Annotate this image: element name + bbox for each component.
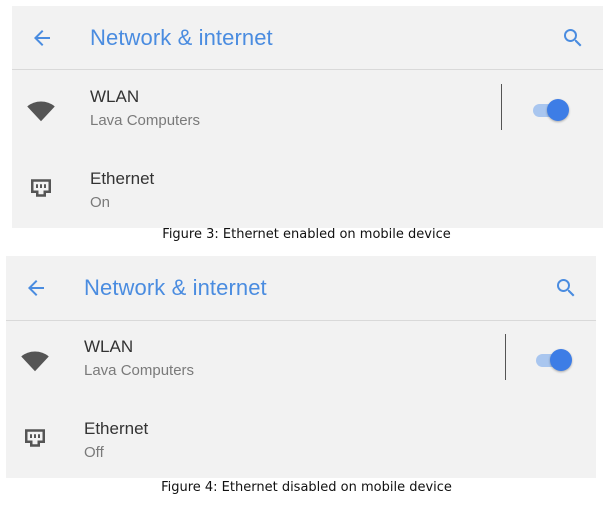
- app-bar: Network & internet: [12, 6, 603, 70]
- wlan-network-name: Lava Computers: [84, 362, 195, 379]
- settings-screen-ethernet-on: Network & internet WLAN Lava Computers E…: [12, 6, 603, 228]
- wlan-network-name: Lava Computers: [90, 112, 201, 129]
- figure-caption: Figure 3: Ethernet enabled on mobile dev…: [162, 227, 451, 242]
- toggle-thumb: [550, 349, 572, 371]
- ethernet-status: On: [90, 194, 111, 211]
- divider: [505, 334, 506, 380]
- page-title: Network & internet: [84, 275, 267, 300]
- search-icon[interactable]: [561, 26, 585, 50]
- page-title: Network & internet: [90, 25, 273, 50]
- wlan-setting-row[interactable]: WLAN Lava Computers: [12, 70, 603, 150]
- wlan-title: WLAN: [90, 87, 140, 106]
- figure-caption: Figure 4: Ethernet disabled on mobile de…: [161, 480, 452, 495]
- ethernet-setting-row[interactable]: Ethernet Off: [6, 402, 596, 478]
- ethernet-title: Ethernet: [90, 169, 155, 188]
- toggle-thumb: [547, 99, 569, 121]
- app-bar: Network & internet: [6, 256, 596, 321]
- ethernet-icon: [31, 179, 51, 197]
- search-icon[interactable]: [554, 276, 578, 300]
- wifi-icon: [21, 351, 49, 372]
- wlan-setting-row[interactable]: WLAN Lava Computers: [6, 320, 596, 400]
- ethernet-status: Off: [84, 444, 104, 461]
- wifi-icon: [27, 101, 55, 122]
- wlan-title: WLAN: [84, 337, 134, 356]
- settings-screen-ethernet-off: Network & internet WLAN Lava Computers E…: [6, 256, 596, 478]
- wlan-toggle[interactable]: [534, 347, 574, 373]
- divider: [501, 84, 502, 130]
- arrow-back-icon[interactable]: [24, 276, 48, 300]
- ethernet-icon: [25, 429, 45, 447]
- ethernet-title: Ethernet: [84, 419, 149, 438]
- ethernet-setting-row[interactable]: Ethernet On: [12, 152, 603, 228]
- wlan-toggle[interactable]: [531, 97, 571, 123]
- arrow-back-icon[interactable]: [30, 26, 54, 50]
